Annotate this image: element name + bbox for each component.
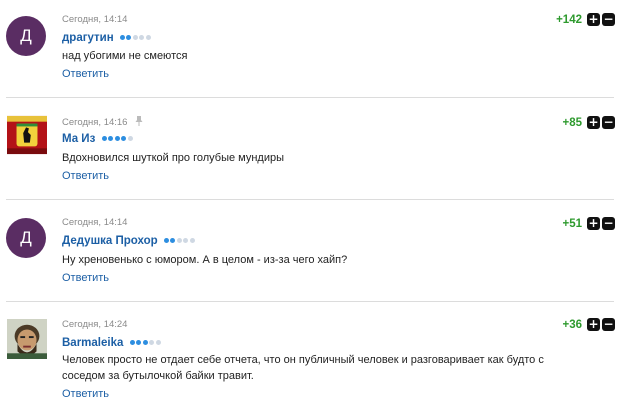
comment-timestamp: Сегодня, 14:14 [62, 14, 128, 25]
rank-dot [163, 238, 169, 243]
user-rank [101, 132, 135, 144]
comment-author[interactable]: драгутин [62, 31, 152, 44]
comment-text: над убогими не смеются [62, 50, 188, 62]
divider [6, 301, 614, 302]
rank-dot [176, 238, 182, 243]
user-rank [163, 234, 197, 246]
vote-controls: +51 + − [562, 217, 615, 230]
minus-icon[interactable]: − [602, 116, 615, 129]
plus-icon[interactable]: + [587, 116, 600, 129]
vote-score: +51 [562, 217, 582, 230]
rank-dot [127, 136, 133, 141]
comment-text: Ну хреновенько с юмором. А в целом - из-… [62, 254, 348, 266]
vote-controls: +85 + − [562, 116, 615, 129]
vote-score: +36 [562, 318, 582, 331]
pin-icon [135, 116, 143, 129]
plus-icon[interactable]: + [587, 318, 600, 331]
comment-author[interactable]: Ма Из [62, 132, 134, 145]
comment-author[interactable]: Дедушка Прохор [62, 234, 196, 247]
rank-dot [170, 238, 176, 243]
avatar[interactable]: Д [6, 16, 46, 56]
rank-dot [189, 238, 195, 243]
avatar[interactable]: Д [6, 218, 46, 258]
vote-score: +142 [556, 13, 582, 26]
avatar[interactable] [6, 115, 48, 155]
comment-text: Вдохновился шуткой про голубые мундиры [62, 152, 285, 164]
comment-text: Человек просто не отдает себе отчета, чт… [62, 354, 544, 382]
avatar[interactable] [6, 318, 48, 360]
reply-link[interactable]: Ответить [62, 388, 109, 400]
rank-dot [119, 35, 125, 40]
vote-controls: +142 + − [556, 13, 615, 26]
reply-link[interactable]: Ответить [62, 68, 109, 80]
plus-icon[interactable]: + [587, 217, 600, 230]
rank-dot [114, 136, 120, 141]
author-name[interactable]: Barmaleika [62, 337, 123, 349]
comment-timestamp: Сегодня, 14:14 [62, 217, 128, 228]
user-rank [119, 31, 153, 43]
rank-dot [142, 340, 148, 345]
rank-dot [121, 136, 126, 141]
man-with-beard-avatar [7, 319, 47, 359]
divider [6, 199, 614, 200]
rank-dot [149, 340, 155, 345]
reply-link[interactable]: Ответить [62, 170, 109, 182]
comment-timestamp: Сегодня, 14:24 [62, 319, 128, 330]
author-name[interactable]: драгутин [62, 32, 114, 44]
rank-dot [145, 35, 151, 40]
author-name[interactable]: Ма Из [62, 133, 95, 145]
rank-dot [155, 340, 161, 345]
rank-dot [139, 35, 145, 40]
rank-dot [101, 136, 107, 141]
rank-dot [129, 340, 135, 345]
rank-dot [132, 35, 138, 40]
rank-dot [183, 238, 189, 243]
minus-icon[interactable]: − [602, 13, 615, 26]
user-rank [129, 336, 163, 348]
minus-icon[interactable]: − [602, 217, 615, 230]
author-name[interactable]: Дедушка Прохор [62, 235, 158, 247]
divider [6, 97, 614, 98]
minus-icon[interactable]: − [602, 318, 615, 331]
plus-icon[interactable]: + [587, 13, 600, 26]
rank-dot [108, 136, 113, 141]
ferrari-logo-avatar [7, 115, 47, 155]
vote-score: +85 [562, 116, 582, 129]
comment-timestamp: Сегодня, 14:16 [62, 116, 143, 129]
comment-author[interactable]: Barmaleika [62, 336, 162, 349]
reply-link[interactable]: Ответить [62, 272, 109, 284]
rank-dot [126, 35, 132, 40]
rank-dot [136, 340, 142, 345]
vote-controls: +36 + − [562, 318, 615, 331]
